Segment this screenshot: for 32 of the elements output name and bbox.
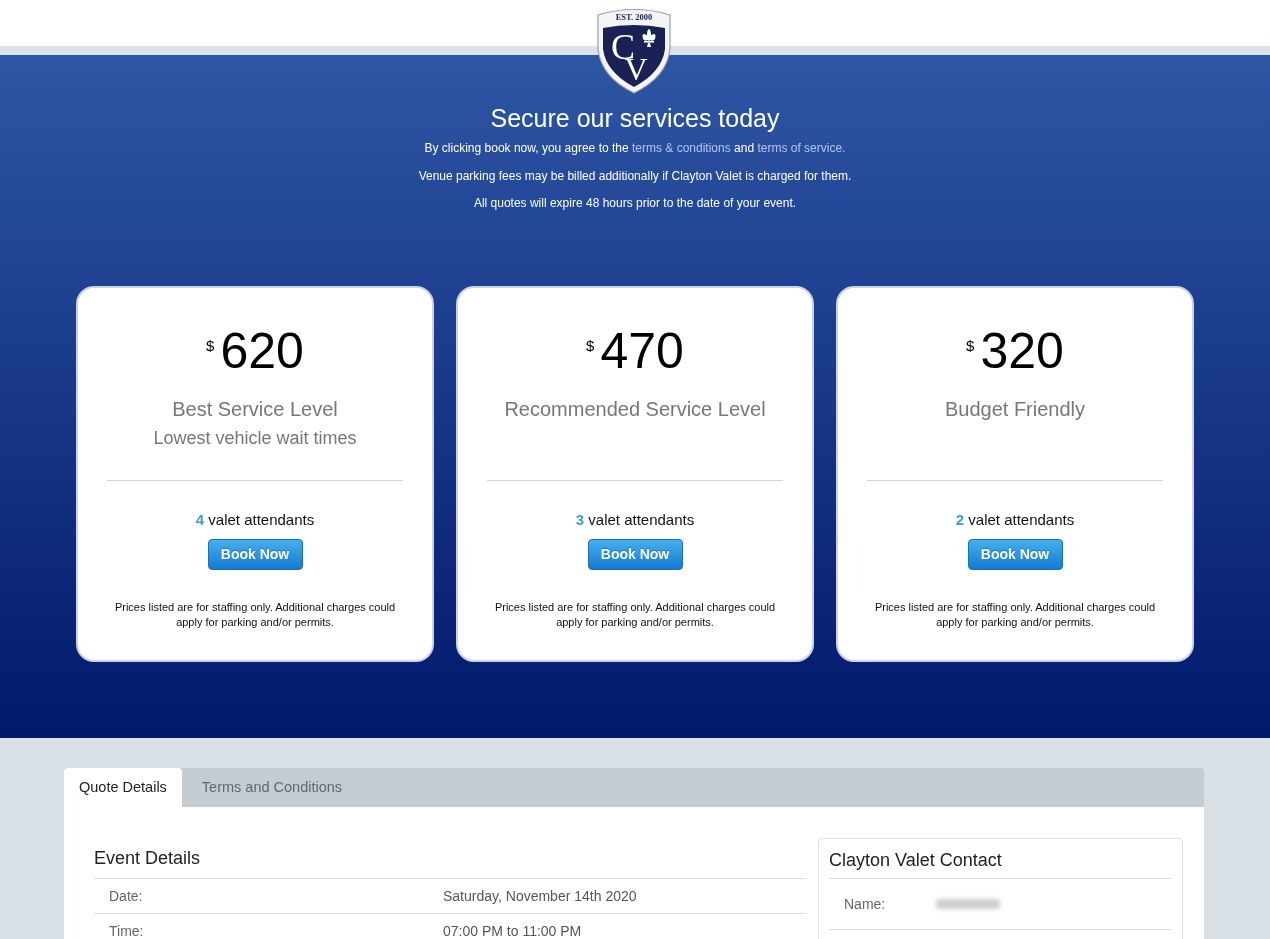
detail-value: Saturday, November 14th 2020 xyxy=(443,887,637,904)
pricing-note: Prices listed are for staffing only. Additional charges could apply for parking and/or permits. xyxy=(873,599,1157,630)
tab[interactable]: Quote Details xyxy=(64,767,182,807)
book-now-button[interactable]: Book Now xyxy=(207,538,303,570)
price-text: $470 xyxy=(586,321,684,381)
notice-text: Venue parking fees may be billed additionally if Clayton Valet is charged for them. xyxy=(418,167,852,185)
book-now-button[interactable]: Book Now xyxy=(587,538,683,570)
detail-label: Time: xyxy=(109,922,144,939)
price-text: $320 xyxy=(966,321,1064,381)
notice-text: By clicking book now, you agree to the terms & conditions and terms of service. xyxy=(424,140,846,157)
pricing-note: Prices listed are for staffing only. Additional charges could apply for parking and/or permits. xyxy=(113,599,397,630)
terms-link[interactable]: terms & conditions xyxy=(632,141,731,155)
detail-value: 07:00 PM to 11:00 PM xyxy=(443,922,582,939)
terms-link[interactable]: terms of service. xyxy=(757,141,846,155)
plan-title: Best Service Level xyxy=(172,396,338,422)
attendants-text: 4 valet attendants xyxy=(195,509,315,530)
tab[interactable]: Terms and Conditions xyxy=(181,767,363,807)
detail-label: Date: xyxy=(109,887,143,904)
attendants-text: 2 valet attendants xyxy=(955,509,1075,530)
plan-subtitle: Lowest vehicle wait times xyxy=(153,426,357,450)
plan-title: Budget Friendly xyxy=(944,396,1086,422)
contact-title: Clayton Valet Contact xyxy=(829,848,1003,872)
book-now-button[interactable]: Book Now xyxy=(967,538,1063,570)
hero-title: Secure our services today xyxy=(490,103,780,133)
section-title: Event Details xyxy=(94,846,202,870)
plan-title: Recommended Service Level xyxy=(504,396,766,422)
contact-label: Name: xyxy=(844,894,886,913)
pricing-note: Prices listed are for staffing only. Additional charges could apply for parking and/or permits. xyxy=(493,599,777,630)
notice-text: All quotes will expire 48 hours prior to the date of your event. xyxy=(473,195,797,212)
attendants-text: 3 valet attendants xyxy=(575,509,695,530)
price-text: $620 xyxy=(206,321,304,381)
logo-established-text: EST. 2000 xyxy=(615,12,653,22)
